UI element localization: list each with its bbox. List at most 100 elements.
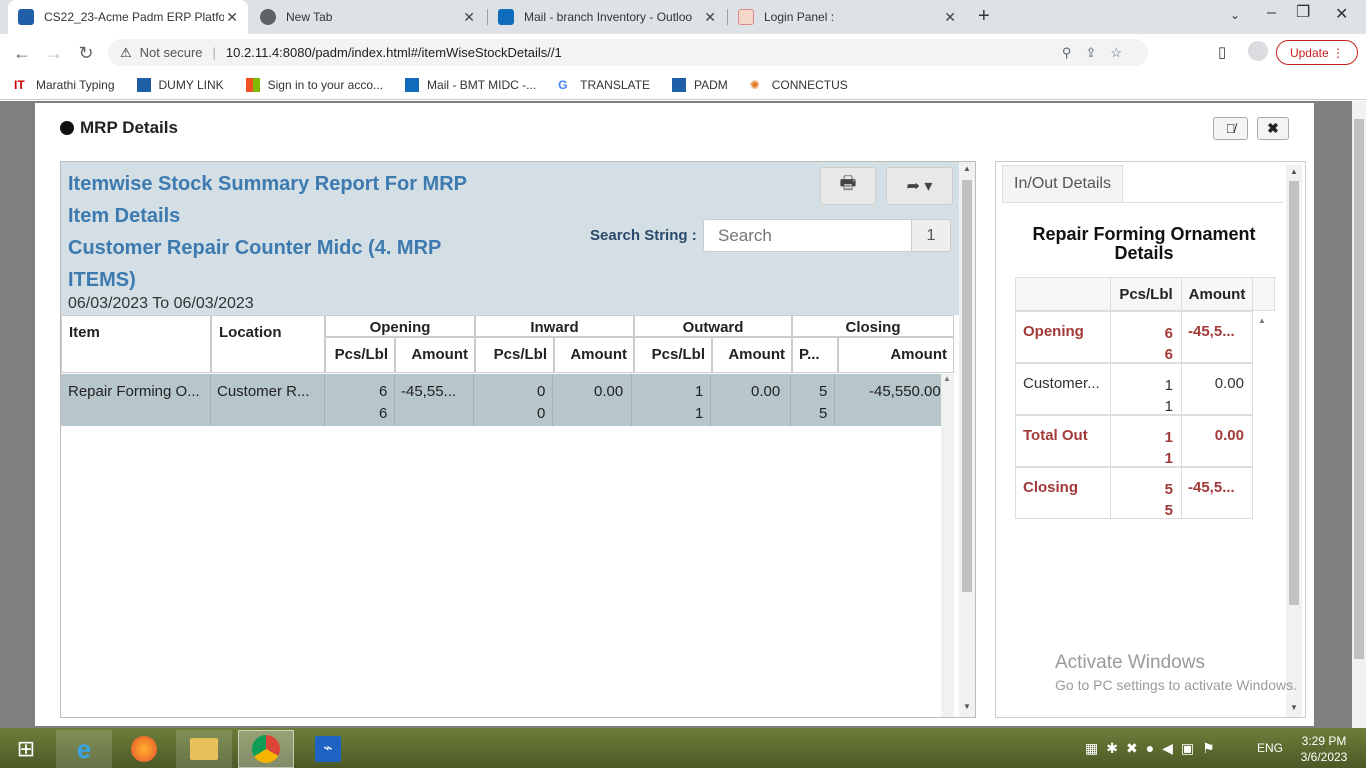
report-subtitle: Item Details: [68, 205, 181, 227]
bookmark-dumy-link[interactable]: DUMY LINK: [136, 77, 224, 92]
stock-report-panel: Itemwise Stock Summary Report For MRP It…: [60, 161, 976, 718]
cell-divider: [552, 374, 553, 426]
col-closing-amount[interactable]: Amount: [838, 337, 954, 373]
start-button[interactable]: ⊞: [0, 730, 52, 768]
panel-scrollbar-thumb[interactable]: [962, 180, 972, 592]
taskbar-scanner[interactable]: ⌁: [300, 730, 356, 768]
print-button[interactable]: 🖶: [820, 167, 876, 205]
close-window-icon[interactable]: ✕: [1335, 4, 1348, 24]
cell-closing-amount: -45,550.00: [869, 383, 941, 400]
search-input[interactable]: [703, 219, 913, 252]
inout-row-label: Total Out: [1015, 415, 1111, 467]
minimize-icon[interactable]: –: [1267, 4, 1276, 22]
activation-watermark-title: Activate Windows: [1055, 652, 1205, 673]
outlook-icon: [498, 9, 514, 25]
table-row[interactable]: Repair Forming O... Customer R... 6 6 -4…: [61, 374, 941, 426]
system-tray-icons[interactable]: ▦✱✖●◀▣⚑: [1085, 740, 1223, 757]
inout-row-pcs: 55: [1110, 467, 1182, 519]
col-outward-pcs[interactable]: Pcs/Lbl: [634, 337, 712, 373]
close-modal-button[interactable]: ✖: [1257, 117, 1289, 140]
close-tab-icon[interactable]: ✕: [463, 9, 475, 26]
bookmark-label: CONNECTUS: [771, 77, 848, 92]
inout-scrollbar[interactable]: ▲ ▼: [1286, 165, 1302, 717]
omnibox-actions-icons[interactable]: ⚲⇪☆: [1062, 45, 1136, 61]
col-opening-amount[interactable]: Amount: [395, 337, 475, 373]
close-tab-icon[interactable]: ✕: [704, 9, 716, 26]
new-tab-icon[interactable]: +: [978, 5, 990, 28]
col-closing-pcs[interactable]: P...: [792, 337, 838, 373]
browser-tab[interactable]: Mail - branch Inventory - Outloo ✕: [488, 0, 726, 34]
close-tab-icon[interactable]: ✕: [944, 9, 956, 26]
bookmark-sign-in[interactable]: Sign in to your acco...: [245, 77, 383, 92]
col-group-closing: Closing: [792, 315, 954, 337]
cell-closing-pcs-2: 5: [819, 405, 828, 422]
scroll-up-icon[interactable]: ▲: [963, 164, 971, 173]
browser-tab[interactable]: Login Panel : ✕: [728, 0, 966, 34]
page-scrollbar-thumb[interactable]: [1354, 119, 1364, 659]
taskbar-ie[interactable]: e: [56, 730, 112, 768]
side-panel-icon[interactable]: ▯: [1218, 43, 1226, 61]
scroll-down-icon[interactable]: ▼: [963, 702, 971, 711]
browser-tab-strip: CS22_23-Acme Padm ERP Platfor ✕ New Tab …: [0, 0, 1366, 34]
inout-col-amount[interactable]: Amount: [1181, 277, 1253, 311]
close-tab-icon[interactable]: ✕: [226, 9, 238, 26]
scroll-up-icon[interactable]: ▲: [943, 374, 951, 383]
cell-location: Customer R...: [217, 383, 310, 400]
report-title: Itemwise Stock Summary Report For MRP: [68, 173, 467, 195]
taskbar-explorer[interactable]: [176, 730, 232, 768]
bookmark-marathi-typing[interactable]: IT Marathi Typing: [14, 78, 115, 92]
browser-tab-active[interactable]: CS22_23-Acme Padm ERP Platfor ✕: [8, 0, 248, 34]
language-indicator[interactable]: ENG: [1257, 741, 1283, 755]
bookmark-padm[interactable]: PADM: [671, 77, 728, 92]
bookmark-connectus[interactable]: ✺ CONNECTUS: [750, 78, 848, 92]
profile-avatar[interactable]: [1248, 41, 1268, 61]
tab-title: CS22_23-Acme Padm ERP Platfor: [44, 10, 224, 24]
scroll-down-icon[interactable]: ▼: [1290, 703, 1298, 712]
tab-search-chevron-icon[interactable]: ⌄: [1230, 8, 1240, 22]
col-location[interactable]: Location: [211, 315, 325, 373]
address-bar[interactable]: ⚠ Not secure | 10.2.11.4:8080/padm/index…: [108, 39, 1148, 66]
panel-scrollbar[interactable]: ▲ ▼: [959, 162, 975, 717]
tab-inout-details[interactable]: In/Out Details: [1002, 165, 1123, 202]
security-label: Not secure: [139, 45, 203, 60]
inout-col-pcs[interactable]: Pcs/Lbl: [1110, 277, 1182, 311]
col-opening-pcs[interactable]: Pcs/Lbl: [325, 337, 395, 373]
back-icon[interactable]: ←: [12, 43, 32, 64]
inout-col-spacer: [1252, 277, 1275, 311]
maximize-icon[interactable]: ❐: [1296, 2, 1310, 22]
taskbar-firefox[interactable]: [116, 730, 172, 768]
inner-scroll-up-icon[interactable]: ▲: [1258, 316, 1266, 325]
col-outward-amount[interactable]: Amount: [712, 337, 792, 373]
pcs-line1: 1: [1164, 429, 1173, 446]
close-icon: ✖: [1267, 120, 1279, 136]
counter-name-line2: ITEMS): [68, 269, 136, 291]
cell-outward-amount: 0.00: [751, 383, 781, 400]
update-button[interactable]: Update ⋮: [1276, 40, 1358, 65]
bookmark-translate[interactable]: G TRANSLATE: [558, 78, 650, 92]
col-inward-pcs[interactable]: Pcs/Lbl: [475, 337, 554, 373]
tab-title: New Tab: [286, 10, 333, 24]
col-item[interactable]: Item: [61, 315, 211, 373]
tab-title: Mail - branch Inventory - Outloo: [524, 10, 693, 24]
col-inward-amount[interactable]: Amount: [554, 337, 634, 373]
scroll-up-icon[interactable]: ▲: [1290, 167, 1298, 176]
inout-row-pcs: 66: [1110, 311, 1182, 363]
forward-icon[interactable]: →: [44, 43, 64, 64]
browser-tab[interactable]: New Tab ✕: [250, 0, 485, 34]
inout-scrollbar-thumb[interactable]: [1289, 181, 1299, 605]
table-scrollbar[interactable]: ▲: [941, 374, 954, 717]
bookmark-mail[interactable]: Mail - BMT MIDC -...: [405, 77, 536, 92]
clock[interactable]: 3:29 PM 3/6/2023: [1296, 733, 1352, 765]
cell-divider: [834, 374, 835, 426]
erp-icon: [671, 77, 686, 92]
taskbar-chrome[interactable]: [238, 730, 294, 768]
inout-row-label: Opening: [1015, 311, 1111, 363]
pcs-line2: 5: [1164, 502, 1173, 519]
reload-icon[interactable]: ↻: [76, 43, 96, 64]
page-scrollbar[interactable]: [1352, 101, 1366, 728]
outlook-icon: [405, 77, 420, 92]
hide-eye-button[interactable]: 👁̸: [1213, 117, 1248, 140]
tab-underline: [1002, 202, 1283, 203]
share-button[interactable]: ➦ ▾: [886, 167, 953, 205]
url-text[interactable]: 10.2.11.4:8080/padm/index.html#/itemWise…: [226, 45, 562, 60]
